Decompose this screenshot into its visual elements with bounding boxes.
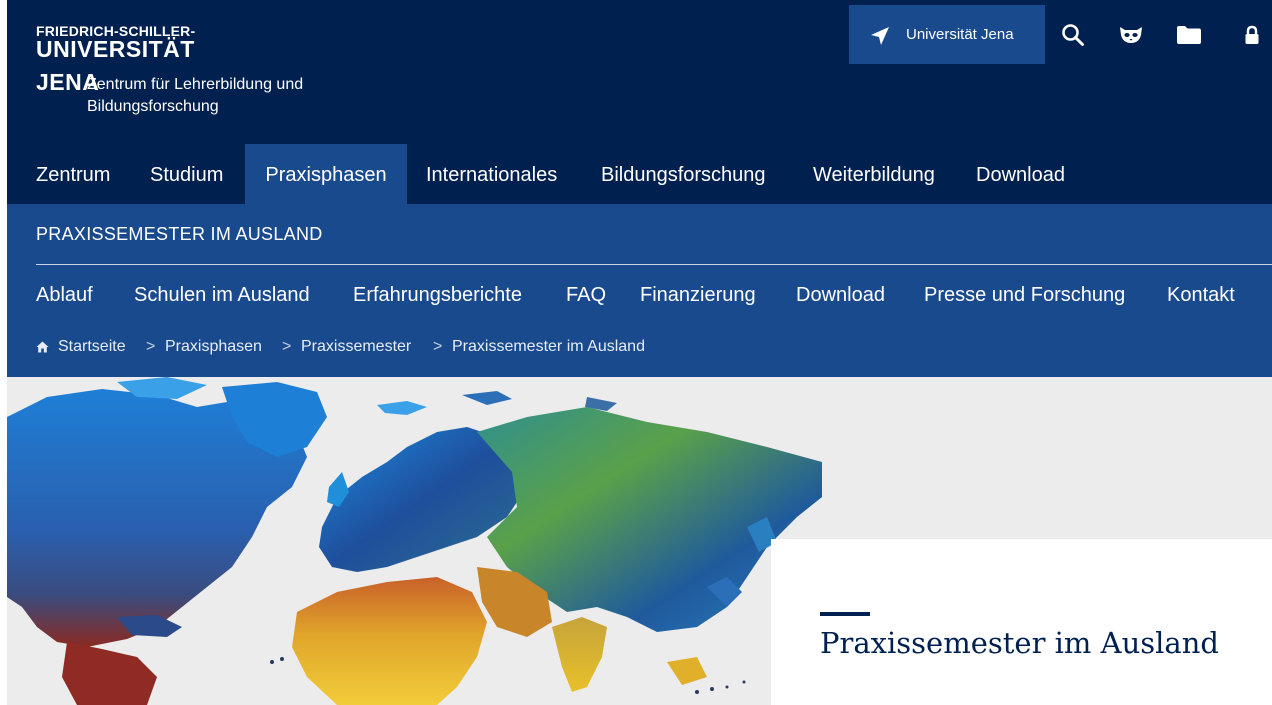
breadcrumb-separator: >	[282, 338, 292, 355]
mask-icon	[1120, 26, 1142, 43]
home-icon[interactable]	[36, 341, 49, 353]
breadcrumb-separator: >	[433, 338, 443, 355]
breadcrumb-item-praxissemester[interactable]: Praxissemester	[301, 338, 411, 356]
logo-subtitle-line-2: Bildungsforschung	[87, 98, 219, 115]
hero-title-box: Praxissemester im Ausland	[771, 539, 1272, 705]
subnav-item-schulen-im-ausland[interactable]: Schulen im Ausland	[134, 284, 310, 307]
folder-icon	[1177, 25, 1201, 44]
subnav-item-presse-und-forschung[interactable]: Presse und Forschung	[924, 284, 1125, 307]
subnav-item-ablauf[interactable]: Ablauf	[36, 284, 93, 307]
location-label: Universität Jena	[906, 26, 1014, 43]
breadcrumb-separator: >	[146, 338, 156, 355]
title-accent-bar	[820, 612, 870, 616]
search-button[interactable]	[1053, 5, 1093, 64]
subnav-item-erfahrungsberichte[interactable]: Erfahrungsberichte	[353, 284, 522, 307]
section-header: PRAXISSEMESTER IM AUSLAND Ablauf Schulen…	[7, 204, 1272, 377]
folder-button[interactable]	[1169, 5, 1209, 64]
subnav-item-finanzierung[interactable]: Finanzierung	[640, 284, 756, 307]
login-button[interactable]	[1232, 5, 1272, 64]
hero-banner: Praxissemester im Ausland	[7, 377, 1272, 705]
section-title[interactable]: PRAXISSEMESTER IM AUSLAND	[36, 224, 323, 245]
subnav-item-download[interactable]: Download	[796, 284, 885, 307]
nav-item-praxisphasen[interactable]: Praxisphasen	[245, 144, 407, 204]
nav-item-weiterbildung[interactable]: Weiterbildung	[813, 144, 935, 204]
breadcrumb-item-praxisphasen[interactable]: Praxisphasen	[165, 338, 262, 356]
location-button[interactable]: Universität Jena	[849, 5, 1045, 64]
lock-icon	[1245, 25, 1259, 44]
nav-item-zentrum[interactable]: Zentrum	[36, 144, 110, 204]
logo-line-2: UNIVERSITÄT	[36, 36, 195, 62]
account-button[interactable]	[1111, 5, 1151, 64]
site-header: FRIEDRICH-SCHILLER- UNIVERSITÄT JENA Zen…	[7, 0, 1272, 144]
page: FRIEDRICH-SCHILLER- UNIVERSITÄT JENA Zen…	[7, 0, 1272, 705]
world-map-image	[7, 377, 822, 705]
section-divider	[36, 264, 1272, 265]
search-icon	[1062, 23, 1084, 46]
main-navigation: Zentrum Studium Praxisphasen Internation…	[7, 144, 1272, 204]
location-arrow-icon	[871, 27, 889, 45]
page-title: Praxissemester im Ausland	[820, 626, 1219, 660]
nav-item-download[interactable]: Download	[976, 144, 1065, 204]
breadcrumb-item-current: Praxissemester im Ausland	[452, 338, 645, 355]
logo-subtitle-line-1: Zentrum für Lehrerbildung und	[87, 76, 304, 93]
subnav-item-faq[interactable]: FAQ	[566, 284, 606, 307]
nav-item-internationales[interactable]: Internationales	[426, 144, 557, 204]
nav-item-studium[interactable]: Studium	[150, 144, 223, 204]
nav-item-bildungsforschung[interactable]: Bildungsforschung	[601, 144, 766, 204]
subnav-item-kontakt[interactable]: Kontakt	[1167, 284, 1235, 307]
breadcrumb-item-startseite[interactable]: Startseite	[58, 338, 126, 356]
